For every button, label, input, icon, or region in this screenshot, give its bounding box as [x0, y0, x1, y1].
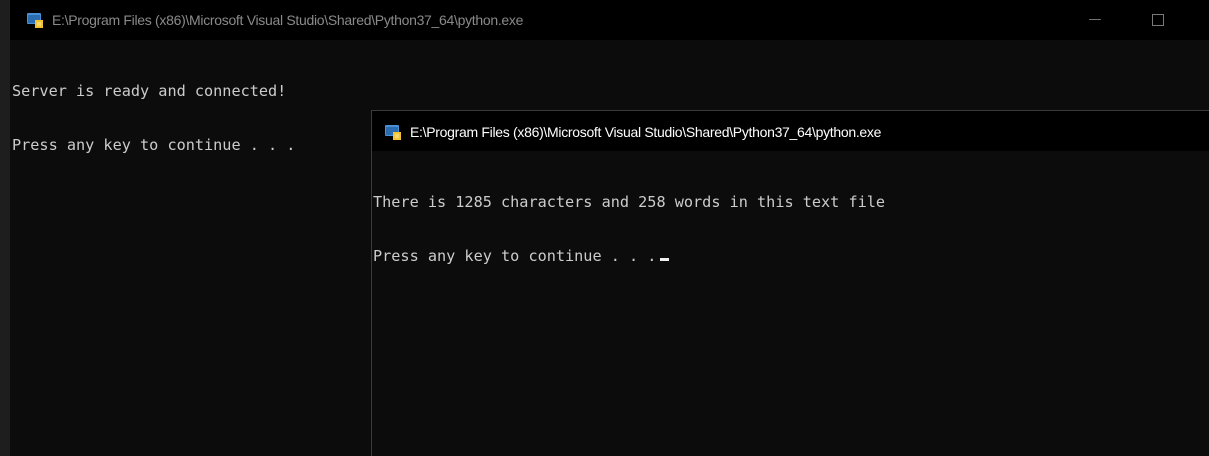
minimize-button[interactable]: — — [1072, 0, 1118, 40]
console-output[interactable]: Server is ready and connected! Press any… — [12, 46, 295, 190]
window-title: E:\Program Files (x86)\Microsoft Visual … — [52, 12, 524, 28]
title-bar[interactable]: E:\Program Files (x86)\Microsoft Visual … — [372, 111, 1209, 151]
console-output[interactable]: There is 1285 characters and 258 words i… — [373, 157, 885, 301]
maximize-button[interactable] — [1135, 0, 1181, 40]
python-app-icon — [27, 13, 43, 28]
console-line: There is 1285 characters and 258 words i… — [373, 193, 886, 211]
python-app-icon — [385, 125, 401, 140]
console-line-with-cursor: Press any key to continue . . . — [373, 247, 885, 265]
minimize-icon: — — [1088, 12, 1102, 27]
title-bar[interactable]: E:\Program Files (x86)\Microsoft Visual … — [10, 0, 1209, 40]
maximize-icon — [1152, 14, 1164, 26]
console-line-text: Press any key to continue . . . — [373, 247, 657, 265]
text-cursor-icon — [660, 258, 670, 261]
console-window-client[interactable]: E:\Program Files (x86)\Microsoft Visual … — [371, 110, 1209, 456]
console-line: Press any key to continue . . . — [12, 136, 296, 154]
console-line: Server is ready and connected! — [12, 82, 287, 100]
window-title: E:\Program Files (x86)\Microsoft Visual … — [410, 124, 882, 140]
